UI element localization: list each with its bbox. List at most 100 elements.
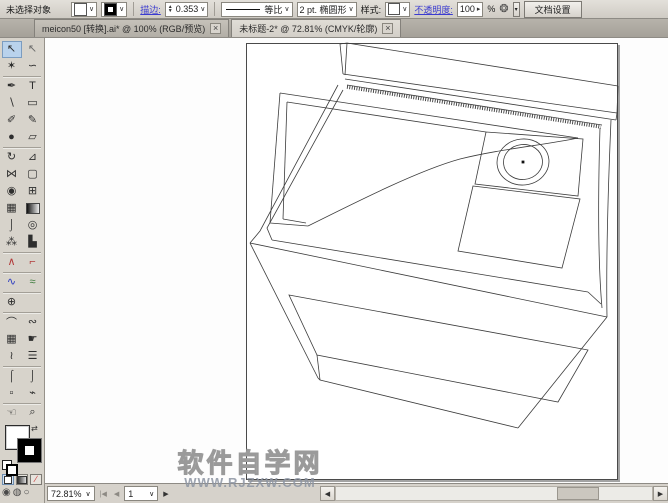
- width-profile-dropdown[interactable]: 等比 ∨: [221, 2, 292, 17]
- magic-wand-tool[interactable]: ✶: [2, 58, 22, 75]
- prev-artboard-button[interactable]: ◀: [112, 490, 121, 498]
- stroke-panel-link[interactable]: 描边:: [140, 3, 161, 16]
- measure-tool[interactable]: ⌠: [2, 368, 22, 385]
- horizontal-scrollbar[interactable]: ◀ ▶: [320, 486, 668, 501]
- draw-inside-icon[interactable]: ○: [23, 488, 29, 498]
- warp-curve-tool[interactable]: ∿: [2, 274, 22, 291]
- tab-untitled-2[interactable]: 未标题-2* @ 72.81% (CMYK/轮廓) ×: [231, 19, 401, 37]
- zoom-tool[interactable]: ⌕: [23, 405, 43, 422]
- artboard-number-dropdown[interactable]: 1 ∨: [124, 486, 158, 501]
- opacity-unit: %: [487, 4, 495, 14]
- illustrator-window: 未选择对象 ∨ ∨ 描边: ▲▼ 0.353 ∨ 等比 ∨ 2 pt. 椭圆形 …: [0, 0, 668, 503]
- toolbar-divider: [3, 76, 41, 77]
- brush-definition-dropdown[interactable]: 2 pt. 椭圆形 ∨: [297, 2, 357, 17]
- stroke-color-dropdown[interactable]: ∨: [101, 2, 127, 17]
- zoom-level-dropdown[interactable]: 72.81% ∨: [47, 486, 95, 501]
- chevron-down-icon: ∨: [349, 6, 354, 13]
- empty-slot[interactable]: [23, 294, 43, 311]
- scroll-right-icon[interactable]: ▶: [653, 486, 668, 501]
- artboard-tool[interactable]: ∧: [2, 254, 22, 271]
- ink-dropper-tool[interactable]: ⌡: [23, 368, 43, 385]
- rotate-view-tool[interactable]: ⊕: [2, 294, 22, 311]
- draw-normal-icon[interactable]: ◉: [2, 488, 11, 498]
- perspective-grid-tool[interactable]: ⊞: [23, 183, 43, 200]
- symbol-shift-tool[interactable]: ⌁: [23, 385, 43, 402]
- toolbar-divider: [3, 292, 41, 293]
- free-transform-tool[interactable]: ▢: [23, 166, 43, 183]
- eraser-tool[interactable]: ▱: [23, 129, 43, 146]
- hand-tool[interactable]: ☜: [2, 405, 22, 422]
- grid-tool[interactable]: ▦: [2, 331, 22, 348]
- none-mode-button[interactable]: ∕: [30, 474, 42, 485]
- frame-tool[interactable]: ▫: [2, 385, 22, 402]
- draw-behind-icon[interactable]: ◍: [13, 488, 22, 498]
- stroke-color-box[interactable]: [18, 439, 41, 462]
- close-icon[interactable]: ×: [210, 23, 221, 34]
- shape-builder-tool[interactable]: ◉: [2, 183, 22, 200]
- first-artboard-button[interactable]: |◀: [98, 490, 109, 498]
- swap-fill-stroke-icon[interactable]: ⇄: [31, 424, 38, 433]
- scale-tool[interactable]: ⊿: [23, 149, 43, 166]
- stroke-weight-field[interactable]: ▲▼ 0.353 ∨: [165, 2, 209, 17]
- opacity-panel-link[interactable]: 不透明度:: [414, 3, 453, 16]
- rectangle-tool[interactable]: ▭: [23, 95, 43, 112]
- document-setup-button[interactable]: 文档设置: [524, 1, 582, 18]
- direct-selection-tool[interactable]: ↖: [23, 41, 43, 58]
- gradient-icon: [17, 476, 27, 484]
- scrollbar-thumb[interactable]: [557, 487, 599, 500]
- squiggle-tool[interactable]: ≀: [2, 348, 22, 365]
- toolbar-divider: [3, 272, 41, 273]
- tab-meicon50[interactable]: meicon50 [转换].ai* @ 100% (RGB/预览) ×: [34, 19, 229, 37]
- mesh-hand-tool[interactable]: ☛: [23, 331, 43, 348]
- paintbrush-tool[interactable]: ✐: [2, 112, 22, 129]
- chevron-down-icon: ∨: [89, 6, 94, 13]
- close-icon[interactable]: ×: [382, 23, 393, 34]
- canvas-area[interactable]: [45, 38, 668, 483]
- chevron-down-icon: ∨: [284, 6, 289, 13]
- chevron-down-icon: ∨: [119, 6, 124, 13]
- column-graph-tool[interactable]: ▙: [23, 234, 43, 251]
- rotate-tool[interactable]: ↻: [2, 149, 22, 166]
- toolbar-divider: [3, 252, 41, 253]
- washing-machine-wireframe: [45, 38, 668, 483]
- recolor-dropdown[interactable]: ▾: [513, 2, 520, 17]
- stroke-weight-value: 0.353: [176, 4, 199, 14]
- zoom-level-value: 72.81%: [51, 489, 82, 499]
- no-selection-label: 未选择对象: [6, 3, 51, 16]
- type-tool[interactable]: T: [23, 78, 43, 95]
- pencil-tool[interactable]: ✎: [23, 112, 43, 129]
- next-artboard-button[interactable]: ▶: [161, 490, 170, 498]
- style-dropdown[interactable]: ∨: [385, 2, 410, 17]
- stack-tool[interactable]: ☰: [23, 348, 43, 365]
- slice-tool[interactable]: ⌐: [23, 254, 43, 271]
- scrollbar-track[interactable]: [335, 486, 653, 501]
- toolbar-divider: [3, 366, 41, 367]
- width-tool[interactable]: ⋈: [2, 166, 22, 183]
- gradient-tool[interactable]: [23, 200, 43, 217]
- selection-tool[interactable]: ↖: [2, 41, 22, 58]
- fill-color-dropdown[interactable]: ∨: [71, 2, 97, 17]
- liquify-tool[interactable]: ≈: [23, 274, 43, 291]
- symbol-sprayer-tool[interactable]: ⁂: [2, 234, 22, 251]
- stepper-icon[interactable]: ▲▼: [168, 5, 173, 13]
- separator: [133, 2, 134, 16]
- mesh-tool[interactable]: ▦: [2, 200, 22, 217]
- eyedropper-tool[interactable]: ⌡: [2, 217, 22, 234]
- tools-panel: ↖↖✶∽✒T∖▭✐✎●▱↻⊿⋈▢◉⊞▦⌡◎⁂▙∧⌐∿≈⊕ ⌒∾▦☛≀☰⌠⌡▫⌁☜…: [0, 38, 45, 503]
- recolor-artwork-icon[interactable]: ❂: [499, 4, 508, 15]
- opacity-field[interactable]: 100 ▸: [457, 2, 484, 17]
- style-label: 样式:: [361, 3, 382, 16]
- line-segment-tool[interactable]: ∖: [2, 95, 22, 112]
- default-stroke-icon[interactable]: [6, 464, 18, 476]
- lasso-tool[interactable]: ∽: [23, 58, 43, 75]
- blend-tool[interactable]: ◎: [23, 217, 43, 234]
- pen-tool[interactable]: ✒: [2, 78, 22, 95]
- brush-label: 2 pt. 椭圆形: [300, 3, 347, 16]
- chevron-down-icon: ∨: [402, 6, 407, 13]
- scroll-left-icon[interactable]: ◀: [320, 486, 335, 501]
- stroke-swatch: [104, 3, 117, 16]
- wave-warp-tool[interactable]: ∾: [23, 314, 43, 331]
- style-swatch: [388, 3, 400, 15]
- arc-warp-tool[interactable]: ⌒: [2, 314, 22, 331]
- blob-brush-tool[interactable]: ●: [2, 129, 22, 146]
